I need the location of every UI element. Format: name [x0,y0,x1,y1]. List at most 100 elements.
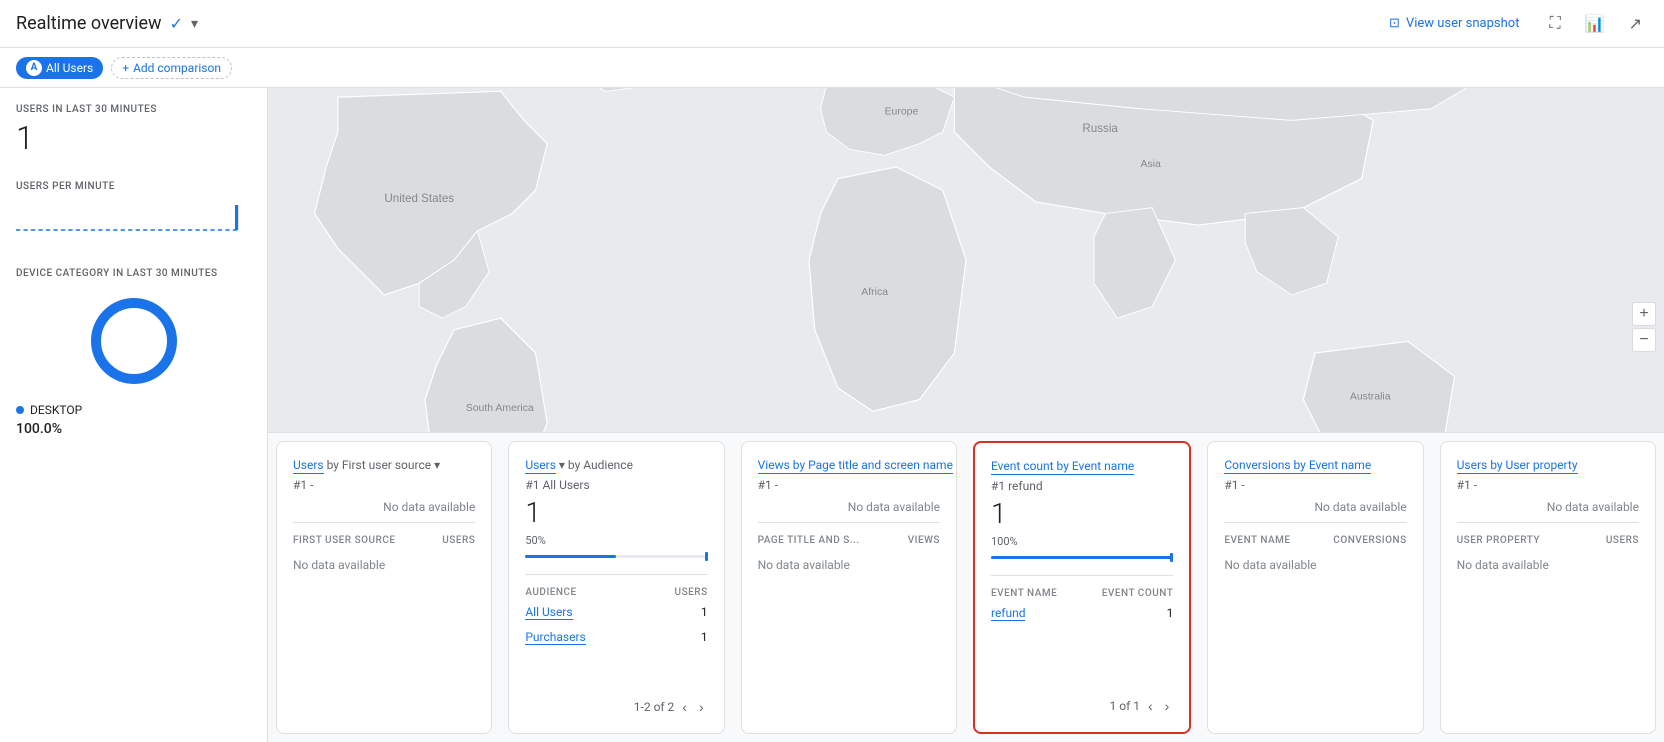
card-4-prev-button[interactable]: ‹ [1144,696,1157,716]
map-zoom-out-button[interactable]: − [1632,328,1656,352]
svg-text:Asia: Asia [1141,159,1162,170]
card-5-col-headers: EVENT NAME CONVERSIONS [1224,535,1406,546]
card-2-footer: 1-2 of 2 ‹ › [525,693,707,717]
card-5-no-data-top: No data available [1224,500,1406,514]
desktop-pct: 100.0% [16,421,62,437]
card-2-row-1-value: 1 [701,605,708,619]
svg-text:Australia: Australia [1350,392,1391,403]
desktop-dot [16,406,24,414]
svg-text:Europe: Europe [885,107,919,118]
card-2-pagination: 1-2 of 2 [634,700,675,714]
card-2-row-1-label[interactable]: All Users [525,605,572,620]
desktop-label: DESKTOP [30,403,82,417]
card-5-col2: CONVERSIONS [1333,535,1406,546]
card-2-col-headers: AUDIENCE USERS [525,587,707,598]
svg-text:Russia: Russia [1082,122,1118,135]
card-2-next-button[interactable]: › [695,697,708,717]
users-per-minute-label: USERS PER MINUTE [16,181,251,192]
card-4-title: Event count by Event name [991,459,1173,473]
card-3-title-link[interactable]: Views by Page title and screen name [758,458,953,474]
card-4-col-headers: EVENT NAME EVENT COUNT [991,588,1173,599]
user-icon: A [26,60,42,76]
card-2-row-2: Purchasers 1 [525,627,707,648]
card-4-rank: #1 refund [991,479,1173,493]
donut-legend: DESKTOP [16,403,82,417]
cards-row: Users by First user source ▾ #1 - No dat… [268,432,1664,742]
card-2-bar [525,555,707,558]
card-2-bar-fill [525,555,616,558]
card-4-next-button[interactable]: › [1161,696,1174,716]
card-4-row-1-label[interactable]: refund [991,606,1026,621]
card-2-divider [525,574,707,575]
card-3-col2: VIEWS [908,535,940,546]
card-2-prev-button[interactable]: ‹ [678,697,691,717]
card-1-title: Users by First user source ▾ [293,458,475,472]
all-users-badge[interactable]: A All Users [16,57,103,79]
top-bar: Realtime overview ✓ ▾ ⊡ View user snapsh… [0,0,1664,48]
card-3-no-data-top: No data available [758,500,940,514]
map-zoom-in-button[interactable]: + [1632,302,1656,326]
card-event-count: Event count by Event name #1 refund 1 10… [973,441,1191,734]
card-5-rank: #1 - [1224,478,1406,492]
donut-chart [16,291,251,391]
card-4-pct: 100% [991,535,1173,548]
card-4-bar-dot [1170,553,1173,562]
users-value: 1 [16,119,251,157]
card-4-title-link[interactable]: Event count by Event name [991,459,1134,475]
card-6-rank: #1 - [1457,478,1639,492]
card-first-user-source: Users by First user source ▾ #1 - No dat… [276,441,492,734]
fullscreen-button[interactable]: ⛶ [1543,11,1566,37]
map-cards-area: United States Canada Europe Russia Afric… [268,88,1664,742]
card-1-col1: FIRST USER SOURCE [293,535,442,546]
share-button[interactable]: ↗ [1623,10,1648,38]
card-1-col-headers: FIRST USER SOURCE USERS [293,535,475,546]
card-4-bar-fill [991,556,1173,559]
card-2-value: 1 [525,496,707,530]
card-2-col1: AUDIENCE [525,587,674,598]
card-1-divider [293,522,475,523]
card-6-col2: USERS [1606,535,1639,546]
add-comparison-button[interactable]: + Add comparison [111,57,232,79]
all-users-label: All Users [46,61,93,75]
left-panel: USERS IN LAST 30 MINUTES 1 USERS PER MIN… [0,88,268,742]
users-per-minute-chart [16,200,251,240]
status-icon: ✓ [170,14,183,33]
card-4-value: 1 [991,497,1173,531]
card-4-col2: EVENT COUNT [1102,588,1174,599]
card-1-rank: #1 - [293,478,475,492]
card-1-title-link[interactable]: Users [293,458,324,474]
users-stat-section: USERS IN LAST 30 MINUTES 1 [16,104,251,157]
view-snapshot-button[interactable]: ⊡ View user snapshot [1377,10,1531,37]
card-5-title-link[interactable]: Conversions by Event name [1224,458,1371,474]
card-6-col-headers: USER PROPERTY USERS [1457,535,1639,546]
card-6-col1: USER PROPERTY [1457,535,1606,546]
page-title: Realtime overview [16,13,162,34]
card-conversions: Conversions by Event name #1 - No data a… [1207,441,1423,734]
card-3-title: Views by Page title and screen name [758,458,940,472]
card-2-title-suffix: ▾ by Audience [559,458,633,472]
card-2-row-2-label[interactable]: Purchasers [525,630,585,645]
card-1-no-data-top: No data available [293,500,475,514]
svg-text:Africa: Africa [861,287,888,298]
card-3-no-data-bottom: No data available [758,558,940,572]
card-2-col2: USERS [675,587,708,598]
svg-text:United States: United States [384,192,454,205]
card-6-title-link[interactable]: Users by User property [1457,458,1578,474]
card-4-row-1-value: 1 [1167,606,1174,620]
card-2-bar-dot [705,552,708,561]
card-1-title-suffix: by First user source ▾ [327,458,441,472]
card-6-no-data-bottom: No data available [1457,558,1639,572]
plus-icon: + [122,61,129,75]
card-user-property: Users by User property #1 - No data avai… [1440,441,1656,734]
card-3-rank: #1 - [758,478,940,492]
header-dropdown-icon[interactable]: ▾ [191,16,198,32]
card-2-title-link[interactable]: Users [525,458,556,474]
card-4-pagination: 1 of 1 [1110,699,1140,713]
svg-text:South America: South America [466,403,534,414]
card-2-row-1: All Users 1 [525,602,707,623]
card-audience: Users ▾ by Audience #1 All Users 1 50% A… [508,441,724,734]
card-1-no-data-bottom: No data available [293,558,475,572]
chart-button[interactable]: 📊 [1579,10,1611,38]
card-4-bar [991,556,1173,559]
world-map: United States Canada Europe Russia Afric… [268,88,1664,432]
